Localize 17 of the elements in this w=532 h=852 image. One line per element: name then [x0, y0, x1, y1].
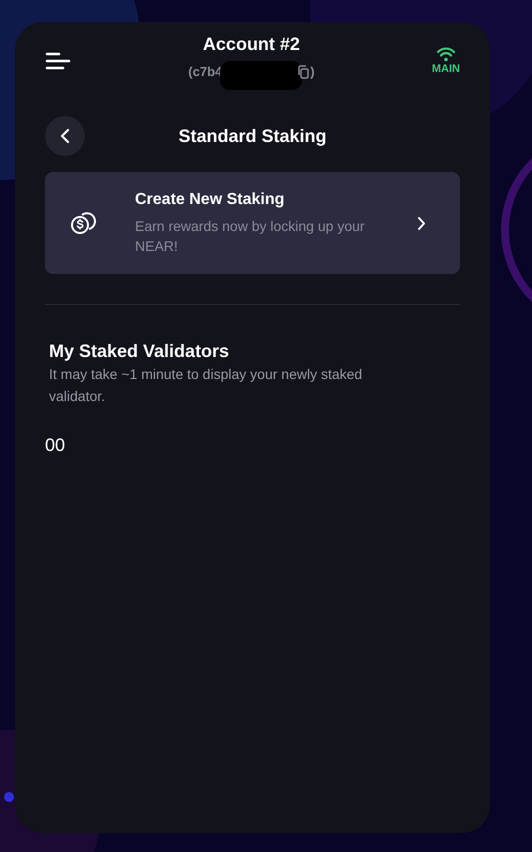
section-note: It may take ~1 minute to display your newly staked validator. — [49, 365, 364, 406]
page-title: Standard Staking — [178, 124, 327, 148]
account-name: Account #2 — [202, 32, 300, 54]
network-label: MAIN — [432, 62, 460, 76]
wifi-icon — [436, 46, 456, 62]
chevron-left-icon — [60, 128, 70, 144]
menu-icon[interactable] — [45, 52, 71, 70]
coins-icon — [69, 209, 97, 237]
card-description: Earn rewards now by locking up your NEAR! — [135, 217, 366, 256]
section-heading: My Staked Validators — [49, 340, 230, 363]
copy-icon[interactable] — [298, 65, 310, 79]
validator-count: 00 — [45, 434, 66, 457]
back-button[interactable] — [45, 116, 85, 156]
create-staking-card[interactable]: Create New Staking Earn rewards now by locking up your NEAR! — [45, 172, 460, 274]
chevron-right-icon — [417, 216, 426, 230]
card-title: Create New Staking — [135, 190, 286, 210]
account-address-end: ) — [310, 63, 315, 81]
